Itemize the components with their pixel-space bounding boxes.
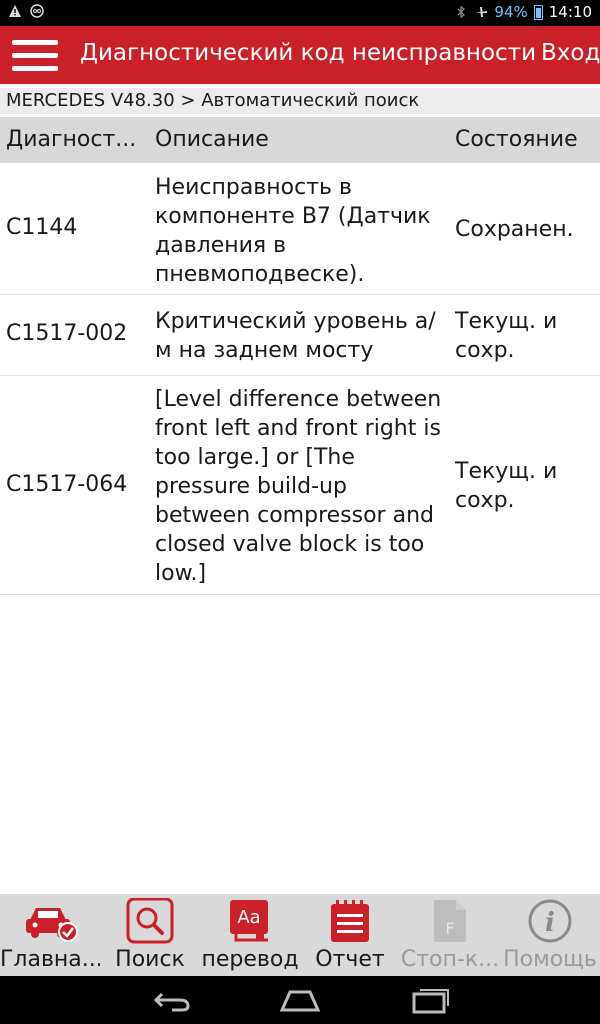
dictionary-icon: Aa <box>230 900 268 942</box>
toolbar-translate-button[interactable]: Aa перевод <box>200 894 300 976</box>
svg-text:F: F <box>445 919 454 938</box>
dtc-description: [Level difference between front left and… <box>155 387 442 586</box>
toolbar-home-label: Главна... <box>0 947 100 972</box>
bluetooth-icon <box>457 5 466 19</box>
dtc-code: C1517-002 <box>6 321 128 346</box>
svg-text:i: i <box>545 908 555 938</box>
status-bar: 94% 14:10 <box>0 0 600 26</box>
table-row[interactable]: C1517-002 Критический уровень а/м на зад… <box>0 295 600 376</box>
battery-percentage: 94% <box>494 3 528 21</box>
table-row[interactable]: C1517-064 [Level difference between fron… <box>0 376 600 595</box>
page-title: Диагностический код неисправности <box>80 40 537 66</box>
toolbar-help-label: Помощь <box>503 947 597 972</box>
airplane-icon <box>475 7 488 17</box>
dtc-code: C1517-064 <box>6 472 128 497</box>
voicemail-icon <box>30 4 44 18</box>
recent-apps-icon[interactable] <box>400 984 460 1016</box>
toolbar-translate-label: перевод <box>201 947 299 972</box>
toolbar-search-label: Поиск <box>115 947 185 972</box>
table-row[interactable]: C1144 Неисправность в компоненте B7 (Дат… <box>0 163 600 295</box>
search-icon <box>126 898 174 944</box>
svg-text:Aa: Aa <box>237 907 260 928</box>
menu-icon[interactable] <box>12 39 58 72</box>
dtc-code: C1144 <box>6 215 78 240</box>
navigation-bar <box>0 976 600 1024</box>
column-header-state[interactable]: Состояние <box>455 127 595 152</box>
breadcrumb: MERCEDES V48.30 > Автоматический поиск <box>0 88 600 114</box>
battery-icon <box>533 4 543 20</box>
dtc-state: Текущ. и сохр. <box>455 459 558 513</box>
table-header: Диагност... Описание Состояние <box>0 117 600 163</box>
home-icon[interactable] <box>270 984 330 1016</box>
bottom-toolbar: Главна... Поиск Aa перевод Отчет F Стоп-… <box>0 894 600 976</box>
dtc-state: Текущ. и сохр. <box>455 309 558 363</box>
car-check-icon <box>26 908 78 942</box>
clock: 14:10 <box>548 3 592 21</box>
toolbar-report-button[interactable]: Отчет <box>300 894 400 976</box>
toolbar-freeze-frame-button[interactable]: F Стоп-к... <box>400 894 500 976</box>
column-header-code[interactable]: Диагност... <box>6 127 146 152</box>
document-icon: F <box>434 900 466 942</box>
report-icon <box>331 900 369 942</box>
dtc-state: Сохранен. <box>455 217 574 242</box>
column-header-description[interactable]: Описание <box>155 127 445 152</box>
dtc-description: Неисправность в компоненте B7 (Датчик да… <box>155 175 431 287</box>
login-button[interactable]: Вход <box>541 40 600 66</box>
back-icon[interactable] <box>142 984 202 1016</box>
toolbar-help-button[interactable]: i Помощь <box>500 894 600 976</box>
toolbar-home-button[interactable]: Главна... <box>0 894 100 976</box>
dtc-description: Критический уровень а/м на заднем мосту <box>155 309 436 363</box>
info-icon: i <box>528 899 572 943</box>
toolbar-freeze-frame-label: Стоп-к... <box>400 947 500 972</box>
warning-icon <box>9 5 21 17</box>
toolbar-search-button[interactable]: Поиск <box>100 894 200 976</box>
app-bar: Диагностический код неисправности Вход <box>0 26 600 84</box>
toolbar-report-label: Отчет <box>315 947 385 972</box>
